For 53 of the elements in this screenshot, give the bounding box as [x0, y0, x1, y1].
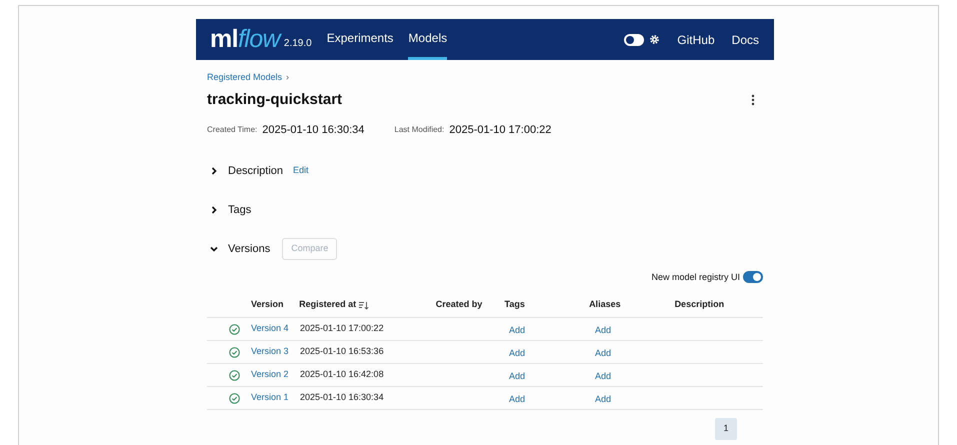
add-alias-link[interactable]: Add — [595, 394, 612, 404]
column-header[interactable]: Version — [251, 298, 284, 312]
column-header[interactable]: Registered at — [299, 298, 356, 312]
toggle-label: New model registry UI — [651, 270, 740, 284]
check-circle-icon — [229, 392, 240, 404]
chevron-right-icon[interactable] — [210, 206, 218, 214]
add-alias-link[interactable]: Add — [595, 325, 612, 335]
meta-label: Last Modified: — [394, 124, 444, 136]
meta-value: 2025-01-10 17:00:22 — [449, 123, 552, 138]
version-label: 2.19.0 — [284, 37, 312, 51]
registry-toggle[interactable] — [743, 271, 763, 284]
chevron-down-icon[interactable] — [210, 245, 218, 253]
page-title: tracking-quickstart — [207, 90, 342, 110]
add-tag-link[interactable]: Add — [509, 325, 526, 335]
version-link[interactable]: Version 1 — [251, 391, 300, 405]
column-header[interactable]: Created by — [436, 298, 482, 312]
settings-icon[interactable] — [649, 34, 660, 45]
column-header[interactable]: Tags — [504, 298, 525, 312]
registered-at-cell-text: 2025-01-10 16:42:08 — [300, 368, 385, 382]
section-heading[interactable]: Tags — [228, 202, 252, 218]
edit-link[interactable]: Edit — [293, 164, 309, 178]
meta-value: 2025-01-10 16:30:34 — [262, 123, 364, 138]
registered-at-cell-text: 2025-01-10 16:30:34 — [300, 391, 385, 404]
section-heading[interactable]: Description — [228, 162, 284, 180]
add-tag-link[interactable]: Add — [509, 394, 526, 404]
breadcrumb-separator: › — [286, 71, 290, 84]
check-circle-icon — [229, 370, 240, 380]
chevron-right-icon[interactable] — [210, 167, 218, 175]
theme-toggle[interactable] — [624, 34, 644, 46]
add-tag-link[interactable]: Add — [509, 348, 526, 358]
sort-icon[interactable] — [359, 300, 370, 310]
version-link[interactable]: Version 4 — [251, 322, 300, 336]
registered-at-cell-text: 2025-01-10 16:53:36 — [300, 345, 385, 358]
more-options-icon[interactable] — [751, 94, 755, 106]
check-circle-icon — [229, 324, 240, 334]
page-button[interactable]: 1 — [715, 418, 737, 440]
header-link[interactable]: GitHub — [677, 30, 715, 48]
section-heading[interactable]: Versions — [228, 240, 270, 258]
mlflow-logo[interactable]: mlflow — [210, 27, 280, 52]
breadcrumb-link[interactable]: Registered Models — [207, 71, 282, 84]
column-header[interactable]: Description — [674, 298, 724, 312]
add-alias-link[interactable]: Add — [595, 348, 612, 358]
nav-tab[interactable]: Experiments — [326, 19, 394, 60]
column-header[interactable]: Aliases — [589, 298, 621, 312]
registered-at-cell-text: 2025-01-10 17:00:22 — [300, 322, 385, 336]
check-circle-icon — [229, 346, 240, 358]
add-alias-link[interactable]: Add — [595, 371, 612, 381]
meta-label: Created Time: — [207, 124, 258, 136]
nav-tab[interactable]: Models — [408, 19, 448, 60]
add-tag-link[interactable]: Add — [509, 371, 526, 381]
header-link[interactable]: Docs — [732, 30, 759, 48]
version-link[interactable]: Version 2 — [251, 368, 300, 382]
version-link[interactable]: Version 3 — [251, 345, 300, 359]
